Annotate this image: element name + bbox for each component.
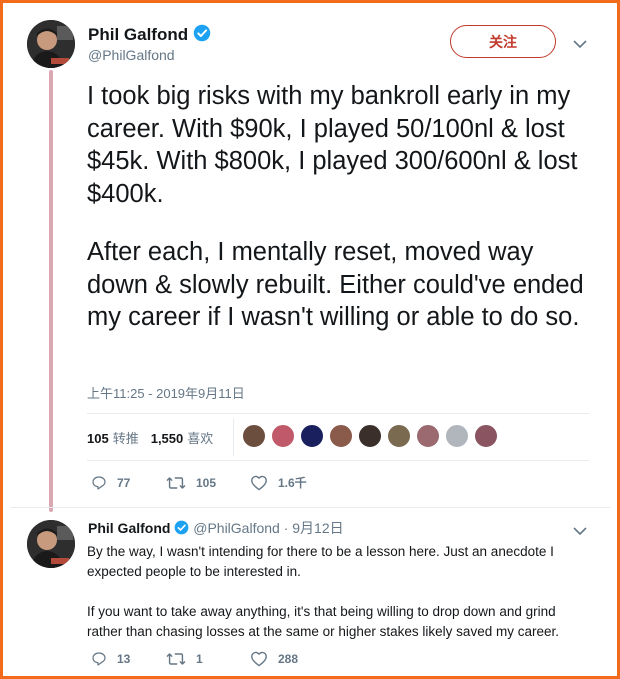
follow-button[interactable]: 关注	[450, 25, 556, 58]
author-name-text[interactable]: Phil Galfond	[88, 25, 188, 44]
retweet-count: 105	[196, 475, 217, 490]
liker-avatars	[242, 424, 503, 448]
verified-badge-icon	[174, 520, 189, 538]
reply-count: 13	[117, 652, 131, 666]
reply-author-line: Phil Galfond @PhilGalfond · 9月12日	[88, 518, 344, 538]
author-handle[interactable]: @PhilGalfond	[88, 47, 175, 63]
likes-label: 喜欢	[187, 430, 214, 446]
engagement-stats: 105 转推 1,550 喜欢	[87, 422, 225, 452]
chevron-down-icon[interactable]	[573, 523, 587, 541]
like-button[interactable]: 1.6千	[250, 474, 330, 491]
retweet-icon	[166, 476, 186, 489]
retweet-button[interactable]: 1	[166, 651, 250, 667]
retweet-count: 1	[196, 652, 203, 666]
liker-avatar[interactable]	[474, 424, 498, 448]
like-button[interactable]: 288	[250, 651, 330, 667]
retweets-count: 105	[87, 430, 109, 446]
reply-paragraph: If you want to take away anything, it's …	[87, 604, 559, 639]
liker-avatar[interactable]	[445, 424, 469, 448]
liker-avatar[interactable]	[242, 424, 266, 448]
divider	[10, 507, 610, 508]
reply-avatar[interactable]	[27, 520, 75, 568]
retweet-icon	[166, 653, 186, 665]
tweet-text: I took big risks with my bankroll early …	[87, 80, 592, 334]
tweet-paragraph: After each, I mentally reset, moved way …	[87, 238, 584, 331]
likes-count: 1,550	[150, 430, 184, 446]
divider	[87, 413, 589, 414]
reply-count: 77	[117, 475, 131, 490]
thread-line	[49, 70, 53, 512]
retweet-button[interactable]: 105	[166, 475, 250, 491]
like-count: 1.6千	[278, 476, 307, 490]
reply-date[interactable]: · 9月12日	[284, 520, 344, 536]
retweets-stat[interactable]: 105 转推	[87, 428, 139, 447]
chevron-down-icon[interactable]	[573, 36, 587, 54]
reply-text: By the way, I wasn't intending for there…	[87, 542, 592, 642]
reply-actions: 13 1 288	[91, 651, 330, 667]
reply-button[interactable]: 13	[91, 651, 166, 667]
tweet-actions: 77 105 1.6千	[91, 474, 330, 491]
liker-avatar[interactable]	[300, 424, 324, 448]
reply-paragraph: By the way, I wasn't intending for there…	[87, 544, 554, 579]
reply-author-handle[interactable]: @PhilGalfond	[193, 520, 280, 536]
liker-avatar[interactable]	[329, 424, 353, 448]
heart-icon	[251, 651, 267, 667]
liker-avatar[interactable]	[416, 424, 440, 448]
retweets-label: 转推	[112, 430, 139, 446]
liker-avatar[interactable]	[271, 424, 295, 448]
avatar[interactable]	[27, 20, 75, 68]
reply-icon	[92, 652, 106, 666]
reply-icon	[92, 475, 106, 490]
heart-icon	[251, 475, 267, 490]
like-count: 288	[278, 652, 299, 666]
likes-stat[interactable]: 1,550 喜欢	[151, 428, 214, 447]
reply-button[interactable]: 77	[91, 475, 166, 491]
stats-separator	[233, 418, 234, 456]
liker-avatar[interactable]	[358, 424, 382, 448]
timestamp[interactable]: 上午11:25 - 2019年9月11日	[87, 383, 245, 402]
liker-avatar[interactable]	[387, 424, 411, 448]
divider	[87, 460, 589, 461]
verified-badge-icon	[193, 24, 211, 47]
tweet-paragraph: I took big risks with my bankroll early …	[87, 82, 578, 208]
author-name[interactable]: Phil Galfond	[88, 24, 211, 47]
reply-author-name[interactable]: Phil Galfond	[88, 520, 170, 536]
